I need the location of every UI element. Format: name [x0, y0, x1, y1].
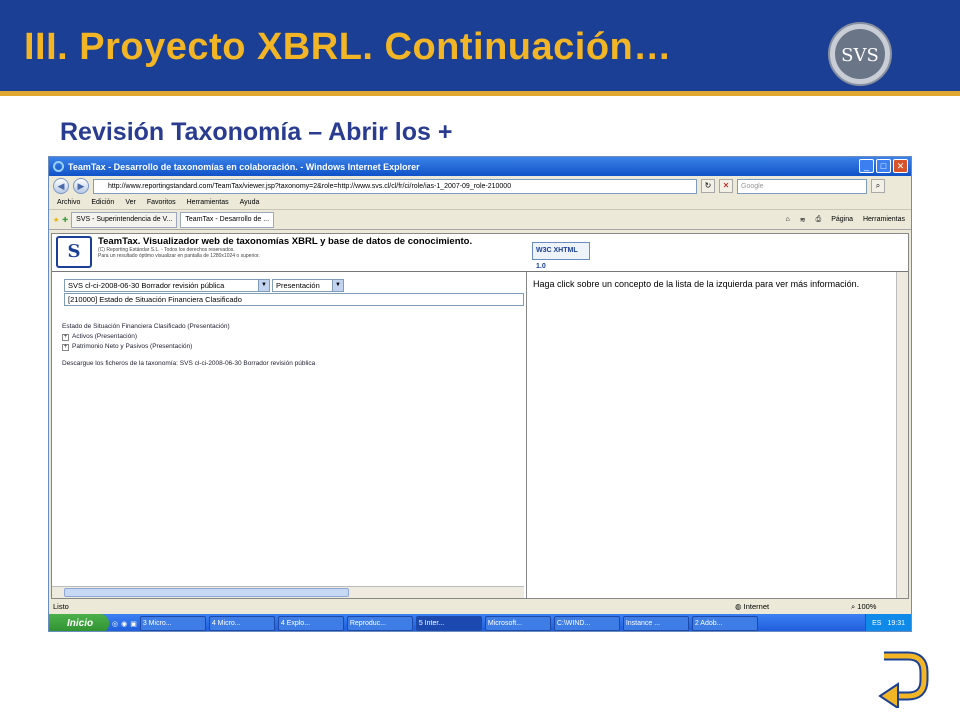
windows-taskbar: Inicio ◎ ◉ ▣ 3 Micro... 4 Micro... 4 Exp… [49, 614, 911, 631]
globe-icon: ◍ [735, 602, 742, 611]
add-favorite-icon[interactable]: ✚ [62, 216, 68, 224]
svs-logo: SVS [828, 22, 892, 86]
role-select[interactable]: [210000] Estado de Situación Financiera … [64, 293, 524, 306]
url-input[interactable]: http://www.reportingstandard.com/TeamTax… [93, 178, 697, 194]
tree-node-patrimonio[interactable]: + Patrimonio Neto y Pasivos (Presentación… [62, 342, 230, 352]
address-bar: ◀ ▶ http://www.reportingstandard.com/Tea… [49, 176, 911, 196]
reportingstandard-logo: S [56, 236, 92, 268]
tools-menu-button[interactable]: Herramientas [863, 216, 905, 224]
tab-svs[interactable]: SVS - Superintendencia de V... [71, 211, 178, 228]
system-tray: ES 19:31 [865, 614, 911, 631]
zoom-level[interactable]: ⌕ 100% [851, 602, 876, 612]
concept-tree: Estado de Situación Financiera Clasifica… [62, 322, 230, 352]
slide-subtitle: Revisión Taxonomía – Abrir los + [60, 118, 453, 146]
chevron-down-icon: ▼ [332, 280, 343, 291]
scroll-thumb[interactable] [64, 588, 349, 597]
close-button[interactable]: ✕ [893, 159, 908, 173]
menu-ver[interactable]: Ver [125, 199, 136, 206]
favorites-star-icon[interactable]: ★ [53, 216, 59, 224]
window-controls: _ □ ✕ [859, 159, 908, 173]
window-title: TeamTax - Desarrollo de taxonomías en co… [68, 161, 420, 172]
vertical-scrollbar[interactable] [896, 272, 908, 598]
slide-title: III. Proyecto XBRL. Continuación… [24, 26, 672, 68]
chevron-down-icon: ▼ [258, 280, 269, 291]
command-bar: ⌂ ≋ ⎙ Página Herramientas [785, 216, 911, 224]
window-titlebar: TeamTax - Desarrollo de taxonomías en co… [49, 157, 911, 176]
back-button[interactable]: ◀ [53, 178, 69, 194]
task-item[interactable]: Instance ... [622, 616, 689, 631]
slide-header: III. Proyecto XBRL. Continuación… SVS [0, 0, 960, 96]
horizontal-scrollbar[interactable] [52, 586, 524, 598]
w3c-xhtml-badge[interactable]: W3C XHTML 1.0 [532, 242, 590, 270]
forward-button[interactable]: ▶ [73, 178, 89, 194]
ie-icon [53, 161, 64, 172]
feeds-icon[interactable]: ≋ [800, 216, 806, 224]
menu-edicion[interactable]: Edición [91, 199, 114, 206]
menu-archivo[interactable]: Archivo [57, 199, 80, 206]
home-icon[interactable]: ⌂ [785, 216, 789, 224]
banner-resolution-note: Para un resultado óptimo visualizar en p… [98, 253, 260, 259]
search-icon[interactable]: ⌕ [871, 179, 885, 193]
expand-icon: + [62, 334, 69, 341]
page-content: S TeamTax. Visualizador web de taxonomía… [51, 233, 909, 599]
quicklaunch-ie-icon[interactable]: ◎ [112, 620, 118, 628]
teamtax-banner: S TeamTax. Visualizador web de taxonomía… [52, 234, 908, 272]
print-icon[interactable]: ⎙ [816, 216, 822, 224]
tab-teamtax[interactable]: TeamTax - Desarrollo de ... [180, 211, 275, 228]
menu-bar: Archivo Edición Ver Favoritos Herramient… [49, 196, 911, 210]
minimize-button[interactable]: _ [859, 159, 874, 173]
clock: 19:31 [887, 620, 905, 627]
menu-herramientas[interactable]: Herramientas [187, 199, 229, 206]
download-link[interactable]: Descargue los ficheros de la taxonomía: … [62, 360, 315, 367]
right-pane: Haga click sobre un concepto de la lista… [526, 272, 908, 598]
status-text: Listo [53, 602, 69, 611]
menu-favoritos[interactable]: Favoritos [147, 199, 176, 206]
left-pane: SVS cl-ci-2008-06-30 Borrador revisión p… [52, 272, 524, 598]
tab-bar: ★ ✚ SVS - Superintendencia de V... TeamT… [49, 210, 911, 230]
select-row: SVS cl-ci-2008-06-30 Borrador revisión p… [64, 279, 344, 292]
zoom-icon: ⌕ [851, 601, 856, 611]
taxonomy-select[interactable]: SVS cl-ci-2008-06-30 Borrador revisión p… [64, 279, 270, 292]
header-stripe [0, 91, 960, 96]
task-item[interactable]: C:\WIND... [553, 616, 620, 631]
svg-text:SVS: SVS [841, 45, 879, 66]
banner-title: TeamTax. Visualizador web de taxonomías … [98, 236, 473, 247]
task-item[interactable]: 2 Adob... [691, 616, 758, 631]
concept-info-message: Haga click sobre un concepto de la lista… [533, 279, 860, 289]
quicklaunch-outlook-icon[interactable]: ◉ [121, 620, 127, 628]
menu-ayuda[interactable]: Ayuda [240, 199, 260, 206]
search-input[interactable]: Google [737, 178, 867, 194]
refresh-button[interactable]: ↻ [701, 179, 715, 193]
tree-node-activos[interactable]: + Activos (Presentación) [62, 332, 230, 342]
view-select[interactable]: Presentación ▼ [272, 279, 344, 292]
task-item[interactable]: 3 Micro... [139, 616, 206, 631]
task-item[interactable]: Microsoft... [484, 616, 551, 631]
quicklaunch-desktop-icon[interactable]: ▣ [130, 620, 137, 628]
page-menu-button[interactable]: Página [831, 216, 853, 224]
task-item[interactable]: 4 Explo... [277, 616, 344, 631]
maximize-button[interactable]: □ [876, 159, 891, 173]
tree-root[interactable]: Estado de Situación Financiera Clasifica… [62, 322, 230, 332]
task-item[interactable]: Reproduc... [346, 616, 413, 631]
stop-button[interactable]: ✕ [719, 179, 733, 193]
return-arrow-icon[interactable] [878, 650, 930, 708]
task-item[interactable]: 5 Inter... [415, 616, 482, 631]
language-indicator[interactable]: ES [872, 620, 881, 627]
browser-screenshot: TeamTax - Desarrollo de taxonomías en co… [48, 156, 912, 632]
expand-icon: + [62, 344, 69, 351]
security-zone: ◍ Internet [735, 602, 770, 611]
banner-text: TeamTax. Visualizador web de taxonomías … [98, 236, 472, 259]
status-bar: Listo ◍ Internet ⌕ 100% [49, 600, 911, 613]
task-item[interactable]: 4 Micro... [208, 616, 275, 631]
start-button[interactable]: Inicio [49, 614, 109, 631]
